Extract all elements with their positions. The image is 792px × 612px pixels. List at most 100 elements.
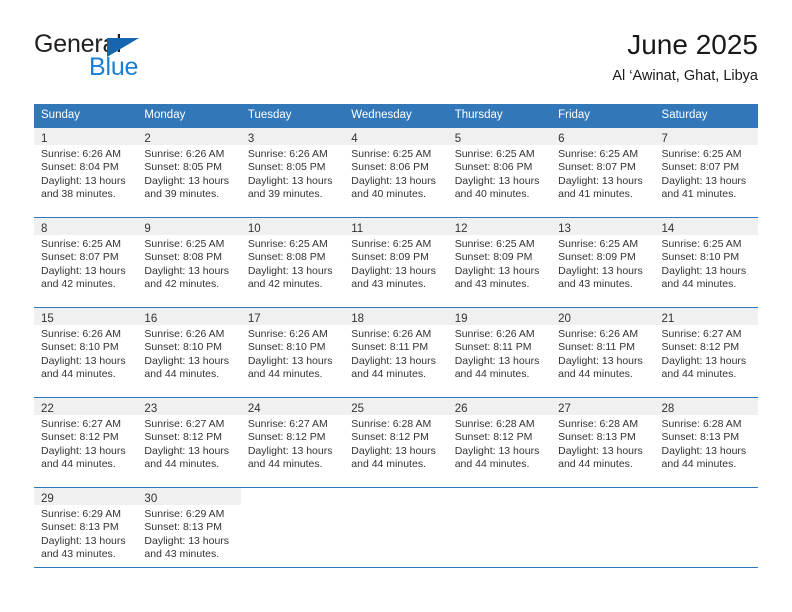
- sunset-time: Sunset: 8:12 PM: [41, 431, 119, 444]
- daylight-duration: Daylight: 13 hours and 44 minutes.: [351, 354, 436, 381]
- day-cell[interactable]: 5 Sunrise: 6:25 AM Sunset: 8:06 PM Daylight…: [447, 128, 552, 217]
- weekday-header-wednesday: Wednesday: [351, 109, 412, 121]
- day-number: 18: [351, 313, 365, 325]
- sunset-time: Sunset: 8:05 PM: [247, 161, 326, 174]
- day-cell[interactable]: 4 Sunrise: 6:25 AM Sunset: 8:06 PM Daylight…: [344, 128, 448, 217]
- page-header: General Blue June 2025 Al ‘Awinat, Ghat,…: [34, 28, 758, 92]
- day-cell[interactable]: 8 Sunrise: 6:25 AM Sunset: 8:07 PM Daylight…: [34, 218, 138, 307]
- day-number: 11: [351, 223, 364, 235]
- day-cell[interactable]: 24 Sunrise: 6:27 AM Sunset: 8:12 PM Dayligh…: [240, 398, 345, 487]
- location-subtitle: Al ‘Awinat, Ghat, Libya: [612, 68, 758, 84]
- day-cell[interactable]: 10 Sunrise: 6:25 AM Sunset: 8:08 PM Dayligh…: [240, 218, 345, 307]
- day-cell[interactable]: 26 Sunrise: 6:28 AM Sunset: 8:12 PM Dayligh…: [447, 398, 552, 487]
- day-cell[interactable]: 13 Sunrise: 6:25 AM Sunset: 8:09 PM Dayligh…: [551, 218, 655, 307]
- day-cell[interactable]: 6 Sunrise: 6:25 AM Sunset: 8:07 PM Daylight…: [551, 128, 655, 217]
- day-number-band: 6: [551, 128, 655, 145]
- day-number-band: 24: [240, 398, 345, 415]
- day-info: Sunrise: 6:28 AM Sunset: 8:13 PM Daylight:…: [551, 415, 654, 472]
- sunset-time: Sunset: 8:08 PM: [144, 251, 223, 264]
- day-info: Sunrise: 6:25 AM Sunset: 8:09 PM Daylight:…: [551, 235, 654, 292]
- sunrise-time: Sunrise: 6:27 AM: [144, 418, 225, 430]
- day-cell[interactable]: 7 Sunrise: 6:25 AM Sunset: 8:07 PM Daylight…: [654, 128, 758, 217]
- sunset-time: Sunset: 8:06 PM: [351, 161, 429, 174]
- day-info: Sunrise: 6:25 AM Sunset: 8:07 PM Daylight:…: [551, 145, 654, 202]
- day-info: Sunrise: 6:26 AM Sunset: 8:04 PM Daylight:…: [34, 145, 137, 202]
- day-number: 25: [351, 403, 365, 415]
- sunrise-time: Sunrise: 6:28 AM: [454, 418, 535, 430]
- daylight-duration: Daylight: 13 hours and 41 minutes.: [661, 174, 747, 201]
- day-number-band: 30: [137, 488, 241, 505]
- day-number: 27: [558, 403, 571, 415]
- day-cell[interactable]: 9 Sunrise: 6:25 AM Sunset: 8:08 PM Daylight…: [137, 218, 241, 307]
- day-cell[interactable]: 3 Sunrise: 6:26 AM Sunset: 8:05 PM Daylight…: [240, 128, 345, 217]
- daylight-duration: Daylight: 13 hours and 43 minutes.: [454, 264, 540, 291]
- day-cell-empty: [447, 488, 552, 577]
- day-cell[interactable]: 23 Sunrise: 6:27 AM Sunset: 8:12 PM Dayligh…: [137, 398, 241, 487]
- day-number-band: 1: [34, 128, 138, 145]
- sunset-time: Sunset: 8:11 PM: [351, 341, 429, 354]
- day-cell[interactable]: 15 Sunrise: 6:26 AM Sunset: 8:10 PM Dayligh…: [34, 308, 138, 397]
- day-info: Sunrise: 6:26 AM Sunset: 8:11 PM Daylight:…: [448, 325, 551, 382]
- day-cell[interactable]: 27 Sunrise: 6:28 AM Sunset: 8:13 PM Dayligh…: [551, 398, 655, 487]
- day-cell[interactable]: 28 Sunrise: 6:28 AM Sunset: 8:13 PM Dayligh…: [654, 398, 758, 487]
- day-cell[interactable]: 30 Sunrise: 6:29 AM Sunset: 8:13 PM Dayligh…: [137, 488, 241, 577]
- generalblue-logo[interactable]: General Blue: [34, 30, 184, 88]
- day-number: 29: [41, 493, 54, 505]
- daylight-duration: Daylight: 13 hours and 44 minutes.: [454, 444, 540, 471]
- day-cell[interactable]: 18 Sunrise: 6:26 AM Sunset: 8:11 PM Dayligh…: [344, 308, 448, 397]
- sunrise-time: Sunrise: 6:28 AM: [558, 418, 639, 430]
- calendar-week-row: 8 Sunrise: 6:25 AM Sunset: 8:07 PM Daylight…: [34, 217, 758, 307]
- title-block: June 2025 Al ‘Awinat, Ghat, Libya: [612, 28, 758, 87]
- sunrise-time: Sunrise: 6:25 AM: [351, 148, 432, 160]
- day-number-band: 18: [344, 308, 448, 325]
- day-number: 4: [351, 133, 358, 145]
- sunset-time: Sunset: 8:11 PM: [454, 341, 532, 354]
- day-number-band: 10: [240, 218, 345, 235]
- day-number-band: 15: [34, 308, 138, 325]
- day-cell[interactable]: 16 Sunrise: 6:26 AM Sunset: 8:10 PM Dayligh…: [137, 308, 241, 397]
- day-number-band: 27: [551, 398, 655, 415]
- day-info: Sunrise: 6:26 AM Sunset: 8:11 PM Daylight:…: [551, 325, 654, 382]
- day-cell[interactable]: 19 Sunrise: 6:26 AM Sunset: 8:11 PM Dayligh…: [447, 308, 552, 397]
- day-info: Sunrise: 6:25 AM Sunset: 8:06 PM Daylight:…: [448, 145, 551, 202]
- day-cell[interactable]: 2 Sunrise: 6:26 AM Sunset: 8:05 PM Daylight…: [137, 128, 241, 217]
- daylight-duration: Daylight: 13 hours and 44 minutes.: [558, 444, 643, 471]
- sunrise-time: Sunrise: 6:25 AM: [454, 238, 535, 250]
- day-number-band: 16: [137, 308, 241, 325]
- day-cell[interactable]: 21 Sunrise: 6:27 AM Sunset: 8:12 PM Dayligh…: [654, 308, 758, 397]
- day-cell[interactable]: 29 Sunrise: 6:29 AM Sunset: 8:13 PM Dayligh…: [34, 488, 138, 577]
- day-number: 19: [454, 313, 468, 325]
- sunrise-time: Sunrise: 6:25 AM: [351, 238, 432, 250]
- calendar-bottom-rule: [34, 567, 758, 568]
- day-cell[interactable]: 1 Sunrise: 6:26 AM Sunset: 8:04 PM Daylight…: [34, 128, 138, 217]
- day-cell[interactable]: 17 Sunrise: 6:26 AM Sunset: 8:10 PM Dayligh…: [240, 308, 345, 397]
- day-number-band: 25: [344, 398, 448, 415]
- daylight-duration: Daylight: 13 hours and 44 minutes.: [144, 354, 230, 381]
- day-cell[interactable]: 22 Sunrise: 6:27 AM Sunset: 8:12 PM Dayligh…: [34, 398, 138, 487]
- day-cell[interactable]: 25 Sunrise: 6:28 AM Sunset: 8:12 PM Dayligh…: [344, 398, 448, 487]
- calendar-grid: Sunday Monday Tuesday Wednesday Thursday Frid…: [34, 104, 758, 577]
- daylight-duration: Daylight: 13 hours and 43 minutes.: [144, 534, 230, 561]
- day-info: Sunrise: 6:26 AM Sunset: 8:11 PM Daylight:…: [344, 325, 447, 382]
- daylight-duration: Daylight: 13 hours and 44 minutes.: [558, 354, 643, 381]
- day-cell[interactable]: 12 Sunrise: 6:25 AM Sunset: 8:09 PM Dayligh…: [447, 218, 552, 307]
- day-cell[interactable]: 20 Sunrise: 6:26 AM Sunset: 8:11 PM Dayligh…: [551, 308, 655, 397]
- day-cell[interactable]: 11 Sunrise: 6:25 AM Sunset: 8:09 PM Dayligh…: [344, 218, 448, 307]
- daylight-duration: Daylight: 13 hours and 44 minutes.: [661, 354, 747, 381]
- sunset-time: Sunset: 8:07 PM: [41, 251, 119, 264]
- day-number: 8: [41, 223, 48, 235]
- day-info: Sunrise: 6:28 AM Sunset: 8:13 PM Daylight:…: [655, 415, 758, 472]
- day-number: 16: [144, 313, 158, 325]
- day-number: 26: [454, 403, 468, 415]
- day-number-band: 14: [654, 218, 758, 235]
- sunrise-time: Sunrise: 6:27 AM: [247, 418, 328, 430]
- day-number-band: 7: [654, 128, 758, 145]
- calendar-week-row: 1 Sunrise: 6:26 AM Sunset: 8:04 PM Daylight…: [34, 128, 758, 217]
- sunrise-time: Sunrise: 6:25 AM: [558, 238, 639, 250]
- day-number-band: 5: [447, 128, 552, 145]
- day-cell[interactable]: 14 Sunrise: 6:25 AM Sunset: 8:10 PM Dayligh…: [654, 218, 758, 307]
- daylight-duration: Daylight: 13 hours and 42 minutes.: [144, 264, 230, 291]
- sunrise-time: Sunrise: 6:26 AM: [247, 328, 328, 340]
- weekday-header-thursday: Thursday: [454, 109, 503, 121]
- sunset-time: Sunset: 8:12 PM: [454, 431, 533, 444]
